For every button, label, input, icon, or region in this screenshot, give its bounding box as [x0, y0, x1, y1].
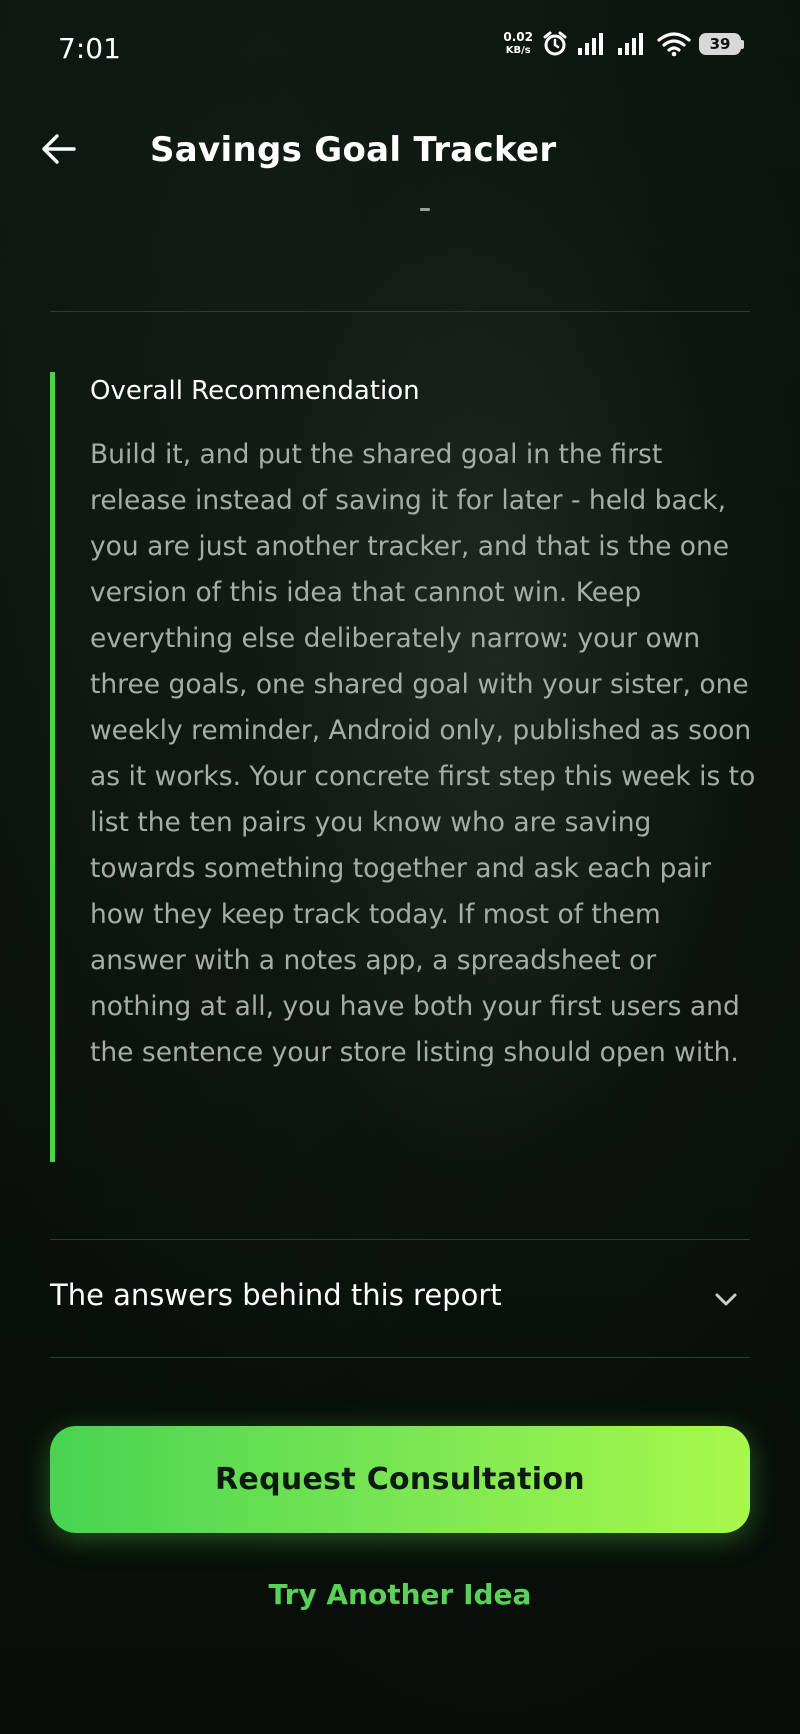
accent-bar	[50, 372, 55, 1162]
request-consultation-button[interactable]: Request Consultation	[50, 1426, 750, 1533]
recommendation-title: Overall Recommendation	[90, 376, 420, 406]
app-header: Savings Goal Tracker	[0, 110, 800, 190]
signal-icon	[578, 33, 603, 55]
answers-accordion[interactable]: The answers behind this report	[50, 1240, 750, 1358]
signal-icon	[618, 33, 643, 55]
network-speed-value: 0.02	[503, 30, 533, 44]
arrow-left-icon	[42, 134, 76, 164]
status-bar: 7:01 0.02 KB/s 39	[0, 0, 800, 100]
network-speed: 0.02 KB/s	[503, 31, 533, 57]
back-button[interactable]	[38, 128, 80, 170]
battery-icon: 39	[699, 33, 744, 55]
recommendation-card: Overall Recommendation Build it, and put…	[50, 372, 755, 1162]
screen: 7:01 0.02 KB/s 39 Savings Goal Tracker O…	[0, 0, 800, 1734]
page-title: Savings Goal Tracker	[150, 130, 557, 170]
status-icons: 0.02 KB/s 39	[503, 30, 744, 58]
divider-top	[50, 311, 750, 312]
try-another-idea-link[interactable]: Try Another Idea	[0, 1578, 800, 1611]
recommendation-body: Build it, and put the shared goal in the…	[90, 439, 756, 1068]
status-time: 7:01	[58, 32, 121, 65]
chevron-down-icon	[715, 1293, 737, 1306]
battery-level: 39	[699, 33, 741, 55]
scrolled-content-remnant	[420, 208, 430, 211]
request-consultation-label: Request Consultation	[215, 1462, 585, 1497]
wifi-icon	[657, 32, 691, 57]
alarm-icon	[543, 31, 567, 56]
network-speed-unit: KB/s	[505, 45, 531, 56]
divider-bottom	[50, 1357, 750, 1358]
accordion-label: The answers behind this report	[50, 1278, 502, 1312]
